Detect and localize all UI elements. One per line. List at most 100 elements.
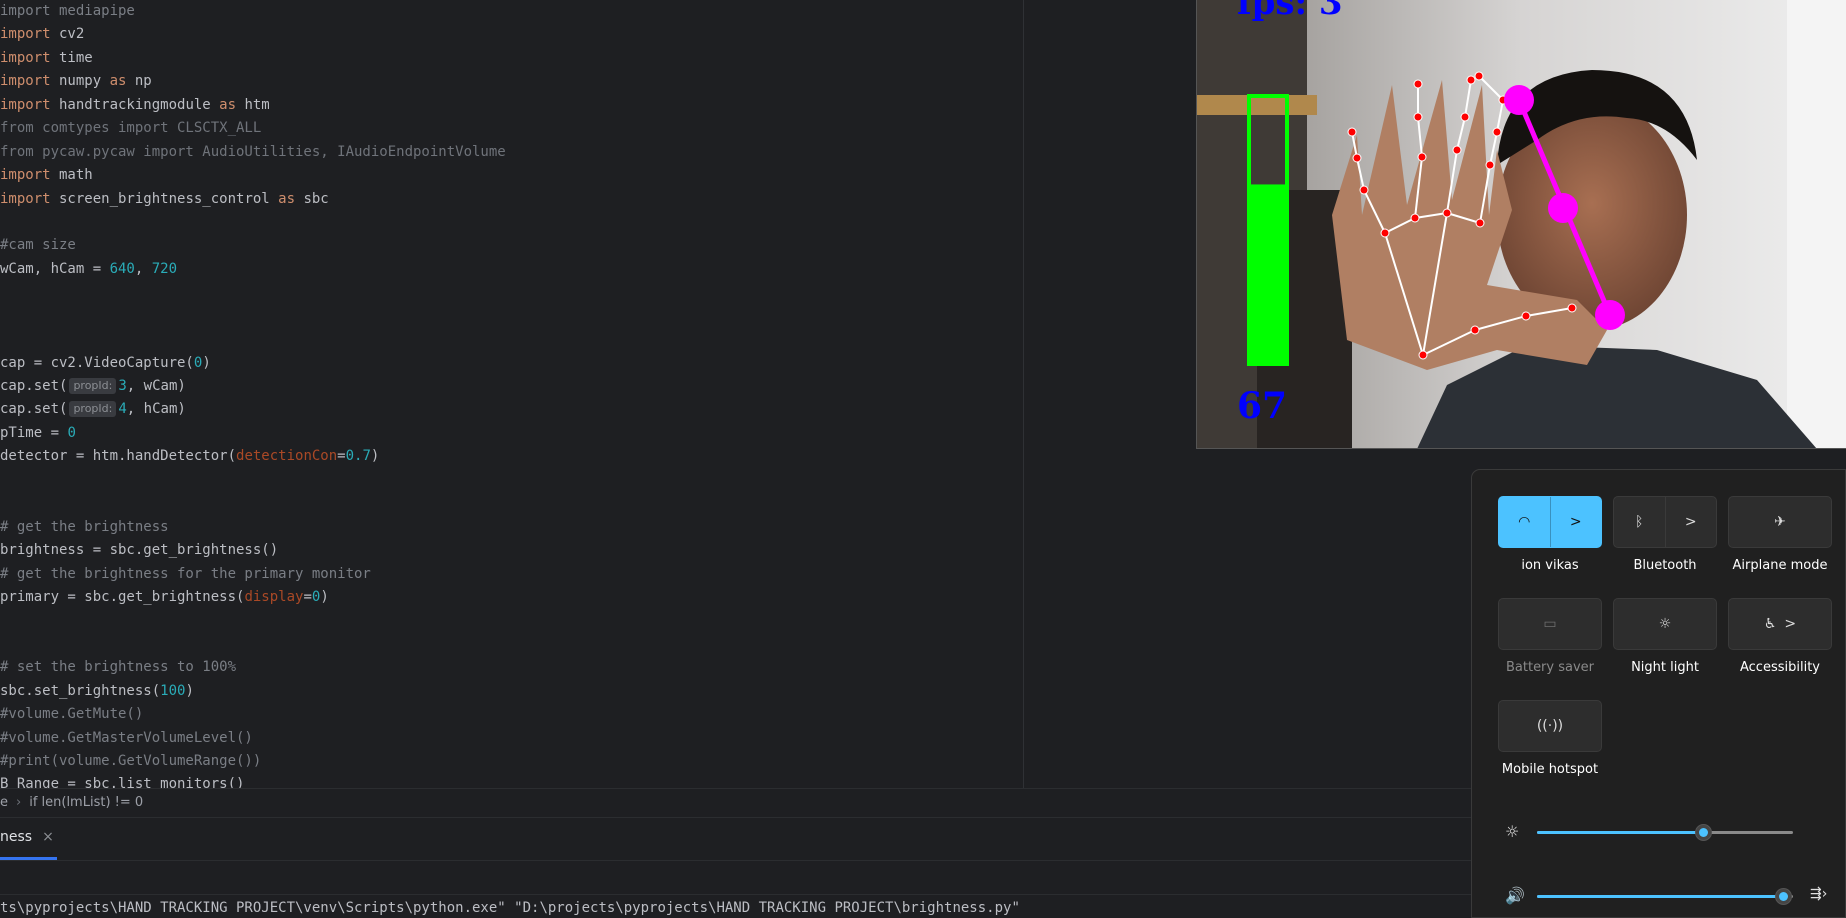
code-line[interactable] <box>0 211 506 234</box>
quick-tile-bluetooth[interactable]: ᛒ > <box>1613 496 1717 548</box>
code-token: 720 <box>151 260 178 277</box>
code-line[interactable]: import math <box>0 164 506 187</box>
code-line[interactable]: import cv2 <box>0 23 506 46</box>
volume-icon: 🔊 <box>1505 886 1525 905</box>
code-line[interactable]: #cam size <box>0 234 506 257</box>
camera-preview-window[interactable]: fps: 3 67 <box>1196 0 1846 449</box>
chevron-right-icon[interactable]: > <box>1551 497 1602 547</box>
code-token: cap = cv2.VideoCapture( <box>0 354 194 371</box>
code-line[interactable]: import time <box>0 47 506 70</box>
landmark-point <box>1418 350 1428 360</box>
code-token: from comtypes import CLSCTX_ALL <box>0 120 262 137</box>
landmark-point <box>1380 228 1390 238</box>
code-token: 3 <box>118 378 127 394</box>
code-token: = <box>303 588 312 605</box>
code-line[interactable]: import mediapipe <box>0 0 506 23</box>
code-line[interactable] <box>0 609 506 632</box>
code-token: # set the brightness to 100% <box>0 659 237 676</box>
code-token: import <box>0 190 51 207</box>
run-console-output[interactable]: ts\pyprojects\HAND TRACKING PROJECT\venv… <box>0 900 1020 916</box>
volume-slider[interactable] <box>1537 888 1793 905</box>
code-line[interactable]: detector = htm.handDetector(detectionCon… <box>0 445 506 468</box>
code-line[interactable]: # get the brightness for the primary mon… <box>0 563 506 586</box>
code-token: from pycaw.pycaw import AudioUtilities, … <box>0 143 506 160</box>
code-line[interactable]: import numpy as np <box>0 70 506 93</box>
landmark-point <box>1567 303 1577 313</box>
code-line[interactable]: from comtypes import CLSCTX_ALL <box>0 117 506 140</box>
code-content[interactable]: import mediapipe import cv2 import time imp… <box>0 0 506 797</box>
landmark-point <box>1359 185 1369 195</box>
breadcrumb-item-condition[interactable]: if len(lmList) != 0 <box>29 795 143 810</box>
parameter-hint: propId: <box>69 401 117 418</box>
landmark-point <box>1413 112 1423 122</box>
breadcrumb-item-function[interactable]: e <box>0 795 8 810</box>
code-line[interactable]: from pycaw.pycaw import AudioUtilities, … <box>0 141 506 164</box>
code-token: import mediapipe <box>0 3 135 19</box>
code-line[interactable]: import handtrackingmodule as htm <box>0 94 506 117</box>
code-line[interactable] <box>0 281 506 304</box>
run-tab[interactable]: ness × <box>0 818 54 860</box>
code-line[interactable] <box>0 328 506 351</box>
quick-tile-battery-saver[interactable]: ▭ <box>1498 598 1602 650</box>
code-token: np <box>126 73 152 90</box>
quick-tile-label: ion vikas <box>1521 558 1579 573</box>
code-token: cap.set( <box>0 378 68 394</box>
volume-slider-fill <box>1537 895 1783 898</box>
code-line[interactable]: brightness = sbc.get_brightness() <box>0 539 506 562</box>
brightness-slider[interactable] <box>1537 824 1793 841</box>
breadcrumb-chevron-icon: › <box>16 795 22 810</box>
bluetooth-icon[interactable]: ᛒ <box>1614 497 1665 547</box>
code-token: #volume.GetMasterVolumeLevel() <box>0 729 253 746</box>
code-line[interactable]: cap.set(propId: 3, wCam) <box>0 375 506 398</box>
code-line[interactable] <box>0 305 506 328</box>
code-token: handtrackingmodule <box>50 96 220 113</box>
quick-tile-mobile-hotspot[interactable]: ((·)) <box>1498 700 1602 752</box>
code-line[interactable]: import screen_brightness_control as sbc <box>0 188 506 211</box>
code-token: #print(volume.GetVolumeRange()) <box>0 753 262 769</box>
code-token: #volume.GetMute() <box>0 706 144 723</box>
landmark-point <box>1521 311 1531 321</box>
code-line[interactable]: #volume.GetMasterVolumeLevel() <box>0 727 506 750</box>
code-line[interactable]: #volume.GetMute() <box>0 703 506 726</box>
code-line[interactable]: cap.set(propId: 4, hCam) <box>0 398 506 421</box>
chevron-right-icon[interactable]: > <box>1666 497 1717 547</box>
code-token: ) <box>320 588 329 605</box>
quick-tile-accessibility[interactable]: ♿ > <box>1728 598 1832 650</box>
code-line[interactable]: pTime = 0 <box>0 422 506 445</box>
code-line[interactable]: primary = sbc.get_brightness(display=0) <box>0 586 506 609</box>
level-readout: 67 <box>1237 385 1287 427</box>
code-token: #cam size <box>0 237 76 254</box>
code-token: as <box>278 190 296 207</box>
code-token: htm <box>236 96 270 113</box>
quick-tile-wifi[interactable]: ◠ > <box>1498 496 1602 548</box>
brightness-slider-thumb[interactable] <box>1695 824 1713 841</box>
code-line[interactable]: sbc.set_brightness(100) <box>0 680 506 703</box>
code-line[interactable]: # set the brightness to 100% <box>0 656 506 679</box>
pinch-midpoint <box>1548 193 1578 223</box>
wifi-icon[interactable]: ◠ <box>1499 497 1550 547</box>
quick-tile-airplane[interactable]: ✈ <box>1728 496 1832 548</box>
fps-readout: fps: 3 <box>1237 0 1343 23</box>
code-line[interactable] <box>0 469 506 492</box>
brightness-slider-row: ☼ <box>1472 820 1846 844</box>
close-tab-icon[interactable]: × <box>42 829 54 845</box>
code-token: time <box>50 49 93 66</box>
code-line[interactable]: wCam, hCam = 640, 720 <box>0 258 506 281</box>
code-token: wCam, hCam = <box>0 260 110 277</box>
code-line[interactable]: cap = cv2.VideoCapture(0) <box>0 352 506 375</box>
volume-slider-row: 🔊 ⇶› <box>1472 884 1846 908</box>
code-token: ) <box>370 448 380 465</box>
volume-slider-thumb[interactable] <box>1774 888 1792 905</box>
code-token: math <box>50 167 93 184</box>
code-token: # get the brightness <box>0 518 169 535</box>
code-line[interactable]: #print(volume.GetVolumeRange()) <box>0 750 506 773</box>
landmark-point <box>1352 153 1362 163</box>
chevron-right-icon[interactable]: > <box>1784 616 1796 632</box>
code-line[interactable]: # get the brightness <box>0 516 506 539</box>
quick-tile-night-light[interactable]: ☼ <box>1613 598 1717 650</box>
code-token: import <box>0 167 51 184</box>
code-token: 640 <box>109 260 135 277</box>
code-line[interactable] <box>0 633 506 656</box>
code-line[interactable] <box>0 492 506 515</box>
audio-output-select-icon[interactable]: ⇶› <box>1810 886 1827 902</box>
